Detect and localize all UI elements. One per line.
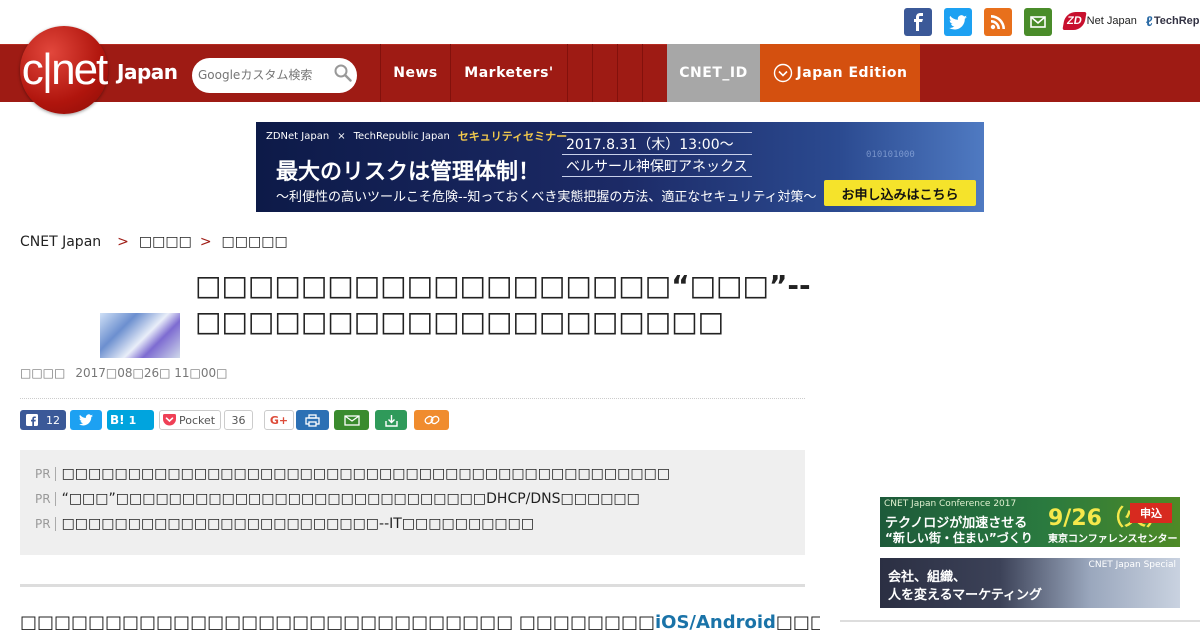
divider xyxy=(20,398,805,399)
divider xyxy=(20,584,805,587)
rss-icon[interactable] xyxy=(984,8,1012,36)
zdnet-japan-logo[interactable]: ZD Net Japan xyxy=(1062,8,1137,34)
pr-link-text: “□□□”□□□□□□□□□□□□□□□□□□□□□□□□□□□□DHCP/DN… xyxy=(61,491,640,507)
main-nav-bar xyxy=(0,44,1200,102)
facebook-share-button[interactable]: 12 xyxy=(20,410,66,430)
banner-subline: ～利便性の高いツールこそ危険--知っておくべき実態把握の方法、適正なセキュリティ… xyxy=(276,190,817,205)
nav-divider xyxy=(567,44,568,102)
pr-tag: PR xyxy=(35,517,56,531)
pr-link[interactable]: PR “□□□”□□□□□□□□□□□□□□□□□□□□□□□□□□□□DHCP… xyxy=(35,491,640,507)
mail-share-button[interactable] xyxy=(334,410,369,430)
japan-edition-label: Japan Edition xyxy=(796,65,908,81)
article-title: □□□□□□□□□□□□□□□□□□“□□□”--□□□□□□□□□□□□□□□… xyxy=(195,269,811,338)
techrepublic-mark-icon: ℓ xyxy=(1146,13,1153,29)
seminar-banner-ad[interactable]: ZDNet Japan × TechRepublic Japan セキュリティセ… xyxy=(256,122,984,212)
banner-date: 2017.8.31（木）13:00～ xyxy=(566,137,734,153)
download-icon xyxy=(384,414,398,427)
article-inline-link[interactable]: iOS/Android xyxy=(655,612,776,630)
breadcrumb-separator: > xyxy=(199,234,212,250)
print-icon xyxy=(305,413,320,427)
breadcrumb-level1[interactable]: □□□□ xyxy=(139,234,192,250)
facebook-share-count: 12 xyxy=(46,413,60,427)
facebook-icon[interactable] xyxy=(904,8,932,36)
search-icon[interactable] xyxy=(334,64,352,86)
copy-link-button[interactable] xyxy=(414,410,449,430)
pr-tag: PR xyxy=(35,467,56,481)
search-box[interactable] xyxy=(192,58,357,93)
mail-icon[interactable] xyxy=(1024,8,1052,36)
divider xyxy=(840,620,1200,622)
twitter-icon xyxy=(79,414,93,426)
article-meta: □□□□ 2017□08□26□ 11□00□ xyxy=(20,366,227,380)
banner-brands: ZDNet Japan × TechRepublic Japan セキュリティセ… xyxy=(266,130,568,143)
breadcrumb-separator: > xyxy=(117,234,129,250)
pr-link[interactable]: PR □□□□□□□□□□□□□□□□□□□□□□□□□□□□□□□□□□□□□… xyxy=(35,466,670,482)
nav-divider xyxy=(642,44,643,102)
pr-links-box: PR □□□□□□□□□□□□□□□□□□□□□□□□□□□□□□□□□□□□□… xyxy=(20,450,805,555)
google-plus-share-button[interactable]: G+ xyxy=(264,410,294,430)
conference-apply-button[interactable]: 申込 xyxy=(1130,503,1172,523)
twitter-icon[interactable] xyxy=(944,8,972,36)
japan-edition-button[interactable]: Japan Edition xyxy=(760,44,920,102)
top-social-strip: ZD Net Japan ℓ TechRep xyxy=(0,0,1200,44)
hatena-label: B! xyxy=(110,413,125,427)
article-thumbnail xyxy=(100,313,180,358)
banner-cta-button[interactable]: お申し込みはこちら xyxy=(824,180,976,206)
banner-headline: 最大のリスクは管理体制！ xyxy=(276,160,541,185)
mail-icon xyxy=(343,414,360,426)
cnet-id-button[interactable]: CNET_ID xyxy=(667,44,760,102)
pr-link-text: □□□□□□□□□□□□□□□□□□□□□□□□□□□□□□□□□□□□□□□□… xyxy=(61,466,671,482)
facebook-icon xyxy=(26,414,38,426)
nav-divider xyxy=(592,44,593,102)
banner-binary-decoration: 010101000 xyxy=(866,150,915,160)
search-input[interactable] xyxy=(198,64,328,86)
pr-link-text: □□□□□□□□□□□□□□□□□□□□□□□□--IT□□□□□□□□□□ xyxy=(61,516,535,532)
logo-edition-label: Japan xyxy=(117,60,178,84)
link-icon xyxy=(424,414,440,426)
breadcrumb: CNET Japan > □□□□ > □□□□□ xyxy=(20,234,288,250)
article-author[interactable]: □□□□ xyxy=(20,366,65,380)
banner-divider xyxy=(562,154,752,155)
pocket-count: 36 xyxy=(224,410,253,430)
hatena-count: 1 xyxy=(128,413,137,427)
pocket-button[interactable]: Pocket xyxy=(159,410,221,430)
nav-item-marketers[interactable]: Marketers' xyxy=(450,44,567,102)
save-download-button[interactable] xyxy=(375,410,407,430)
print-button[interactable] xyxy=(296,410,329,430)
marketing-special-side-ad[interactable]: CNET Japan Special 会社、組織、 人を変えるマーケティング xyxy=(880,558,1180,608)
pr-tag: PR xyxy=(35,492,56,506)
breadcrumb-root[interactable]: CNET Japan xyxy=(20,234,101,250)
banner-divider xyxy=(562,176,752,177)
breadcrumb-level2[interactable]: □□□□□ xyxy=(222,234,288,250)
nav-item-news[interactable]: News xyxy=(380,44,450,102)
nav-divider xyxy=(617,44,618,102)
pocket-label: Pocket xyxy=(179,413,216,427)
conference-side-ad[interactable]: CNET Japan Conference 2017 テクノロジが加速させる “… xyxy=(880,497,1180,547)
banner-divider xyxy=(562,132,752,133)
article-datetime: 2017□08□26□ 11□00□ xyxy=(75,366,228,380)
banner-venue: ベルサール神保町アネックス xyxy=(566,159,748,175)
techrepublic-logo[interactable]: ℓ TechRep xyxy=(1146,10,1199,32)
pr-link[interactable]: PR □□□□□□□□□□□□□□□□□□□□□□□□--IT□□□□□□□□□… xyxy=(35,516,534,532)
article-body-paragraph: □□□□□□□□□□□□□□□□□□□□□□□□□□□□□ □□□□□□□□iO… xyxy=(20,612,820,630)
chevron-down-icon xyxy=(773,63,793,83)
pocket-icon xyxy=(163,414,176,426)
twitter-share-button[interactable] xyxy=(70,410,102,430)
cnet-logo[interactable]: c|net xyxy=(20,26,108,114)
hatena-bookmark-button[interactable]: B! 1 xyxy=(107,410,154,430)
